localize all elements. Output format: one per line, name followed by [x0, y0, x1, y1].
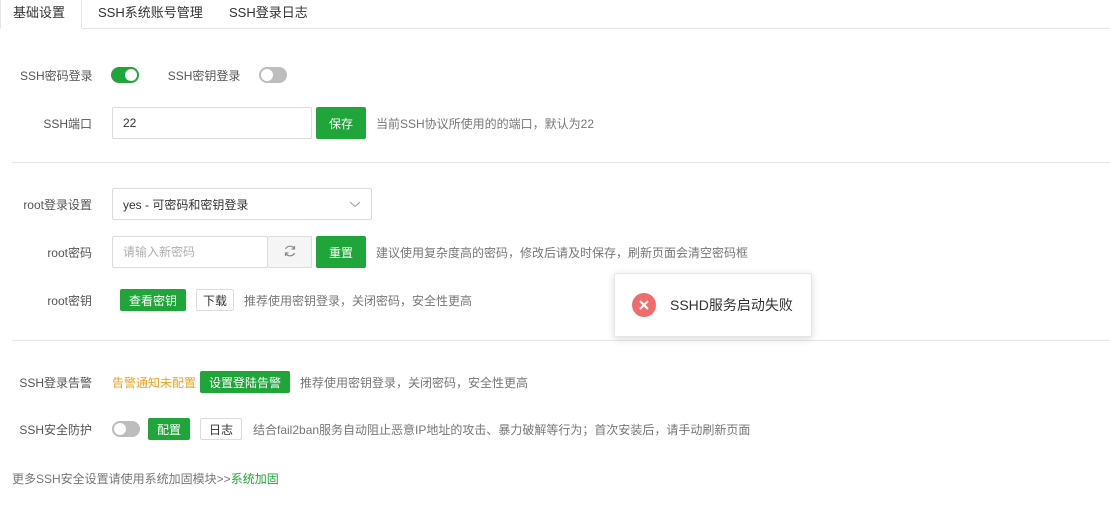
chevron-down-icon: [349, 198, 361, 213]
ssh-port-label: SSH端口: [43, 116, 92, 131]
save-port-button[interactable]: 保存: [316, 107, 366, 139]
section-divider: [12, 340, 1110, 341]
root-login-row: root登录设置: [0, 188, 92, 220]
root-login-selected-value: yes - 可密码和密钥登录: [123, 197, 249, 212]
ssh-key-login-label: SSH密钥登录: [167, 68, 241, 83]
ssh-alarm-label: SSH登录告警: [19, 375, 92, 390]
setup-alarm-button[interactable]: 设置登陆告警: [200, 371, 291, 393]
login-toggles-row: SSH密码登录 SSH密钥登录: [20, 59, 288, 91]
ssh-port-row: SSH端口 保存 当前SSH协议所使用的的端口，默认为22: [0, 107, 594, 139]
ssh-password-login-label: SSH密码登录: [20, 68, 93, 83]
footer-text: 更多SSH安全设置请使用系统加固模块>>: [12, 471, 231, 486]
root-password-label: root密码: [47, 245, 92, 260]
root-key-row: root密钥 查看密钥 下载 推荐使用密钥登录，关闭密码，安全性更高: [0, 284, 472, 316]
section-divider: [12, 162, 1110, 163]
ssh-password-login-toggle[interactable]: [110, 67, 139, 83]
root-password-input[interactable]: [112, 236, 268, 268]
download-key-button[interactable]: 下载: [196, 289, 234, 311]
footer-note: 更多SSH安全设置请使用系统加固模块>> 系统加固: [12, 462, 279, 494]
ssh-alarm-row: SSH登录告警 告警通知未配置 设置登陆告警 推荐使用密钥登录，关闭密码，安全性…: [0, 366, 528, 398]
tab-ssh-accounts[interactable]: SSH系统账号管理: [98, 0, 203, 29]
toast-message: SSHD服务启动失败: [670, 297, 793, 313]
ssh-key-login-toggle[interactable]: [259, 67, 288, 83]
config-protect-button[interactable]: 配置: [148, 418, 190, 440]
generate-password-button[interactable]: [268, 236, 312, 268]
root-login-label: root登录设置: [23, 197, 92, 212]
root-login-select[interactable]: yes - 可密码和密钥登录: [112, 188, 372, 220]
protect-log-button[interactable]: 日志: [200, 418, 242, 440]
error-icon: [632, 293, 656, 317]
ssh-port-hint: 当前SSH协议所使用的的端口，默认为22: [376, 116, 595, 131]
view-key-button[interactable]: 查看密钥: [120, 289, 186, 311]
ssh-protect-toggle[interactable]: [112, 421, 140, 437]
refresh-icon: [283, 244, 297, 261]
ssh-port-input[interactable]: [112, 107, 312, 139]
root-password-hint: 建议使用复杂度高的密码，修改后请及时保存，刷新页面会清空密码框: [376, 245, 749, 260]
root-key-label: root密钥: [47, 293, 92, 308]
tab-bar: 基础设置 SSH系统账号管理 SSH登录日志: [0, 0, 1110, 29]
tab-basic-settings[interactable]: 基础设置: [0, 0, 83, 29]
root-password-actions: 重置 建议使用复杂度高的密码，修改后请及时保存，刷新页面会清空密码框: [316, 236, 748, 268]
ssh-protect-hint: 结合fail2ban服务自动阻止恶意IP地址的攻击、暴力破解等行为；首次安装后，…: [253, 422, 751, 437]
tab-ssh-login-log[interactable]: SSH登录日志: [229, 0, 308, 29]
ssh-alarm-hint: 推荐使用密钥登录，关闭密码，安全性更高: [300, 375, 529, 390]
root-password-row: root密码: [0, 236, 268, 268]
error-toast: SSHD服务启动失败: [614, 273, 812, 337]
ssh-protect-row: SSH安全防护 配置 日志 结合fail2ban服务自动阻止恶意IP地址的攻击、…: [0, 413, 750, 445]
system-hardening-link[interactable]: 系统加固: [231, 470, 279, 487]
ssh-protect-label: SSH安全防护: [19, 422, 92, 437]
root-key-hint: 推荐使用密钥登录，关闭密码，安全性更高: [244, 293, 473, 308]
alarm-status-text: 告警通知未配置: [112, 375, 197, 390]
reset-password-button[interactable]: 重置: [316, 236, 366, 268]
